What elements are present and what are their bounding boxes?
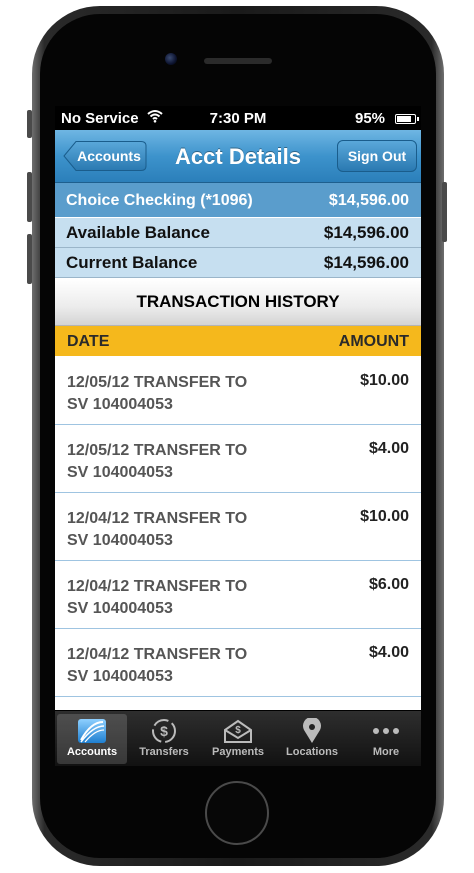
front-camera (165, 53, 177, 65)
navigation-bar: Accounts Acct Details Sign Out (55, 130, 421, 183)
transaction-amount: $4.00 (368, 644, 409, 661)
available-balance-row: Available Balance $14,596.00 (55, 218, 421, 248)
transaction-line1: 12/05/12 TRANSFER TO (67, 442, 248, 459)
tab-label: Transfers (139, 746, 189, 758)
transaction-line1: 12/05/12 TRANSFER TO (67, 374, 248, 391)
date-column-header: DATE (67, 333, 110, 350)
payments-icon: $ (224, 719, 252, 743)
transaction-history-header: TRANSACTION HISTORY (55, 279, 421, 326)
location-pin-icon (303, 718, 321, 743)
amount-column-header: AMOUNT (338, 333, 409, 350)
transaction-line2: SV 104004053 (67, 532, 173, 549)
earpiece-speaker (204, 58, 272, 64)
transaction-line2: SV 104004053 (67, 668, 173, 685)
column-header: DATE AMOUNT (55, 326, 421, 356)
svg-text:$: $ (235, 725, 241, 736)
transaction-line2: SV 104004053 (67, 600, 173, 617)
transaction-description: 12/05/12 TRANSFER TO SV 104004053 (67, 440, 297, 484)
tab-label: Accounts (66, 746, 118, 758)
more-dots-icon (373, 728, 399, 734)
account-balance: $14,596.00 (328, 192, 409, 209)
tab-bar: Accounts $ Transfers $ Payments Location… (55, 710, 421, 766)
tab-transfers[interactable]: $ Transfers (129, 714, 199, 764)
home-button[interactable] (205, 781, 269, 845)
sign-out-button[interactable]: Sign Out (337, 140, 417, 172)
tab-accounts[interactable]: Accounts (57, 714, 127, 764)
table-row[interactable]: 12/04/12 TRANSFER TO SV 104004053 $10.00 (55, 493, 421, 561)
transaction-amount: $6.00 (368, 576, 409, 593)
transaction-line1: 12/04/12 TRANSFER TO (67, 578, 248, 595)
transaction-description: 12/04/12 TRANSFER TO SV 104004053 (67, 644, 297, 688)
status-bar: No Service 7:30 PM 95% (55, 106, 421, 130)
table-row[interactable]: 12/04/12 TRANSFER TO SV 104004053 $6.00 (55, 561, 421, 629)
available-balance-label: Available Balance (66, 223, 210, 242)
available-balance-value: $14,596.00 (323, 223, 409, 242)
app-screen: No Service 7:30 PM 95% Accounts Acct Det… (55, 106, 421, 766)
table-row[interactable]: 12/05/12 TRANSFER TO SV 104004053 $10.00 (55, 357, 421, 425)
table-row[interactable]: 12/04/12 TRANSFER TO SV 104004053 $4.00 (55, 629, 421, 697)
tab-payments[interactable]: $ Payments (203, 714, 273, 764)
current-balance-row: Current Balance $14,596.00 (55, 248, 421, 278)
tab-label: Locations (286, 746, 338, 758)
transaction-list[interactable]: 12/05/12 TRANSFER TO SV 104004053 $10.00… (55, 357, 421, 710)
transaction-line1: 12/04/12 TRANSFER TO (67, 510, 248, 527)
mute-switch (27, 110, 32, 138)
transaction-amount: $10.00 (360, 372, 409, 389)
current-balance-value: $14,596.00 (323, 253, 409, 272)
transaction-description: 12/04/12 TRANSFER TO SV 104004053 (67, 576, 297, 620)
transaction-amount: $10.00 (360, 508, 409, 525)
current-balance-label: Current Balance (66, 253, 198, 272)
tab-locations[interactable]: Locations (277, 714, 347, 764)
accounts-icon (78, 719, 106, 743)
table-row[interactable]: 12/05/12 TRANSFER TO SV 104004053 $4.00 (55, 425, 421, 493)
power-button (442, 182, 447, 242)
tab-label: Payments (212, 746, 264, 758)
volume-up-button (27, 172, 32, 222)
transaction-line1: 12/04/12 TRANSFER TO (67, 646, 248, 663)
account-name: Choice Checking (*1096) (66, 192, 253, 209)
tab-more[interactable]: More (351, 714, 421, 764)
transaction-line2: SV 104004053 (67, 396, 173, 413)
account-summary-row: Choice Checking (*1096) $14,596.00 (55, 183, 421, 217)
transaction-description: 12/05/12 TRANSFER TO SV 104004053 (67, 372, 297, 416)
battery-icon (395, 114, 419, 124)
transaction-line2: SV 104004053 (67, 464, 173, 481)
transaction-description: 12/04/12 TRANSFER TO SV 104004053 (67, 508, 297, 552)
transfers-icon: $ (152, 719, 176, 743)
battery-percent: 95% (355, 110, 386, 127)
tab-label: More (372, 746, 400, 758)
transaction-amount: $4.00 (368, 440, 409, 457)
volume-down-button (27, 234, 32, 284)
svg-text:$: $ (160, 723, 168, 739)
